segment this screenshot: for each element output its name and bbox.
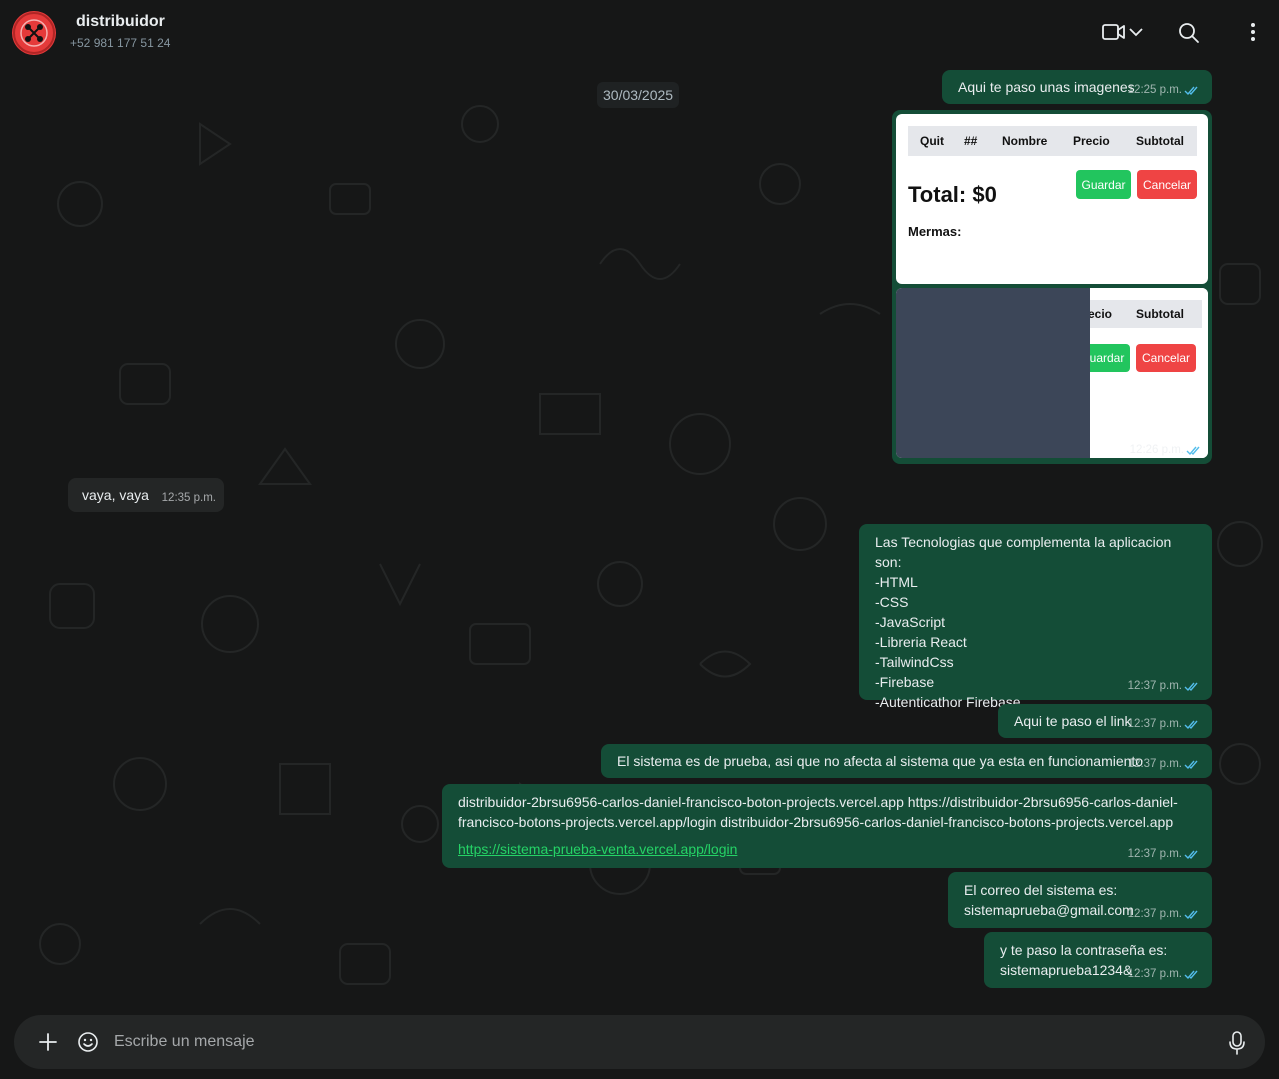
read-ticks-icon — [1184, 910, 1198, 919]
chevron-down-icon — [1129, 28, 1143, 37]
table-header-cell: ecio — [1090, 307, 1113, 321]
attach-button[interactable] — [36, 1030, 60, 1059]
message-outgoing[interactable]: Aqui te paso el link 12:37 p.m. — [998, 704, 1212, 738]
search-icon — [1179, 23, 1199, 43]
date-separator: 30/03/2025 — [597, 82, 680, 108]
message-meta: 12:35 p.m. — [162, 488, 216, 508]
read-ticks-icon — [1184, 760, 1198, 769]
shared-image-1[interactable]: Quit ## Nombre Precio Subtotal Total: $0… — [896, 114, 1208, 284]
cancelar-button: Cancelar — [1136, 344, 1196, 372]
table-header-cell: Precio — [1073, 134, 1110, 148]
table-header-cell: Subtotal — [1136, 134, 1184, 148]
plus-icon — [39, 1033, 57, 1051]
cancelar-button: Cancelar — [1137, 170, 1197, 199]
avatar-logo-icon — [13, 12, 55, 54]
message-meta: 12:37 p.m. — [1128, 676, 1200, 696]
message-time: 12:26 p.m. — [1129, 444, 1184, 456]
read-ticks-icon — [1184, 682, 1198, 691]
menu-button[interactable] — [1242, 20, 1264, 44]
message-meta: 12:37 p.m. — [1128, 754, 1200, 774]
message-link[interactable]: https://sistema-prueba-venta.vercel.app/… — [458, 839, 737, 859]
message-outgoing[interactable]: distribuidor-2brsu6956-carlos-daniel-fra… — [442, 784, 1212, 868]
message-outgoing[interactable]: y te paso la contraseña es: sistemaprueb… — [984, 932, 1212, 988]
message-list[interactable]: 30/03/2025 Aqui te paso unas imagenes 12… — [0, 64, 1279, 1010]
guardar-button: Guardar — [1076, 170, 1131, 199]
message-meta: 12:37 p.m. — [1128, 714, 1200, 734]
kebab-menu-icon — [1251, 23, 1255, 41]
message-meta: 12:25 p.m. — [1128, 80, 1200, 100]
search-button[interactable] — [1176, 20, 1202, 46]
table-header-cell: Nombre — [1002, 134, 1048, 148]
chat-header: distribuidor +52 981 177 51 24 — [0, 0, 1279, 64]
shared-image-2[interactable]: ecio Subtotal uardar Cancelar 12:26 p.m. — [896, 288, 1208, 458]
message-composer — [14, 1015, 1265, 1069]
message-text: El correo del sistema es: sistemaprueba@… — [964, 882, 1134, 918]
table-header-cell: Subtotal — [1136, 307, 1184, 321]
message-time: 12:37 p.m. — [1127, 908, 1182, 920]
table-header: Quit ## Nombre Precio Subtotal — [908, 126, 1197, 156]
message-outgoing[interactable]: El correo del sistema es: sistemaprueba@… — [948, 872, 1212, 928]
message-time: 12:25 p.m. — [1127, 84, 1182, 96]
table-header: ecio Subtotal — [1090, 300, 1202, 328]
emoji-icon — [78, 1032, 98, 1052]
table-header-cell: ## — [964, 134, 978, 148]
read-ticks-icon — [1184, 970, 1198, 979]
message-input[interactable] — [114, 1025, 1204, 1059]
message-time: 12:35 p.m. — [161, 492, 216, 504]
contact-phone: +52 981 177 51 24 — [70, 36, 171, 50]
message-meta: 12:37 p.m. — [1128, 904, 1200, 924]
image-dark-panel — [896, 288, 1090, 458]
message-outgoing-images[interactable]: Quit ## Nombre Precio Subtotal Total: $0… — [892, 110, 1212, 464]
video-call-button[interactable] — [1100, 20, 1150, 44]
message-time: 12:37 p.m. — [1127, 680, 1182, 692]
voice-message-button[interactable] — [1227, 1030, 1247, 1061]
read-ticks-icon — [1186, 446, 1200, 455]
message-outgoing[interactable]: Aqui te paso unas imagenes 12:25 p.m. — [942, 70, 1212, 104]
message-meta: 12:37 p.m. — [1128, 964, 1200, 984]
message-time: 12:37 p.m. — [1127, 718, 1182, 730]
message-meta: 12:37 p.m. — [1128, 844, 1200, 864]
table-header-cell: Quit — [920, 134, 944, 148]
message-text: El sistema es de prueba, asi que no afec… — [617, 753, 1144, 769]
image-right-panel: ecio Subtotal uardar Cancelar — [1090, 288, 1208, 458]
message-time: 12:37 p.m. — [1127, 968, 1182, 980]
message-meta: 12:26 p.m. — [1130, 444, 1202, 456]
guardar-button: uardar — [1090, 344, 1130, 372]
message-text: distribuidor-2brsu6956-carlos-daniel-fra… — [458, 794, 1178, 830]
message-time: 12:37 p.m. — [1127, 758, 1182, 770]
contact-name[interactable]: distribuidor — [76, 13, 165, 31]
emoji-button[interactable] — [76, 1030, 100, 1059]
message-outgoing[interactable]: El sistema es de prueba, asi que no afec… — [601, 744, 1212, 778]
read-ticks-icon — [1184, 850, 1198, 859]
total-label: Total: $0 — [908, 182, 997, 207]
message-text: Aqui te paso el link — [1014, 713, 1132, 729]
message-text: vaya, vaya — [82, 487, 149, 503]
contact-avatar[interactable] — [12, 11, 56, 55]
mermas-label: Mermas: — [908, 224, 962, 239]
message-incoming[interactable]: vaya, vaya 12:35 p.m. — [68, 478, 224, 512]
microphone-icon — [1229, 1031, 1245, 1055]
message-time: 12:37 p.m. — [1127, 848, 1182, 860]
read-ticks-icon — [1184, 720, 1198, 729]
message-outgoing[interactable]: Las Tecnologias que complementa la aplic… — [859, 524, 1212, 710]
read-ticks-icon — [1184, 86, 1198, 95]
message-text: Aqui te paso unas imagenes — [958, 79, 1135, 95]
video-camera-icon — [1102, 24, 1125, 40]
